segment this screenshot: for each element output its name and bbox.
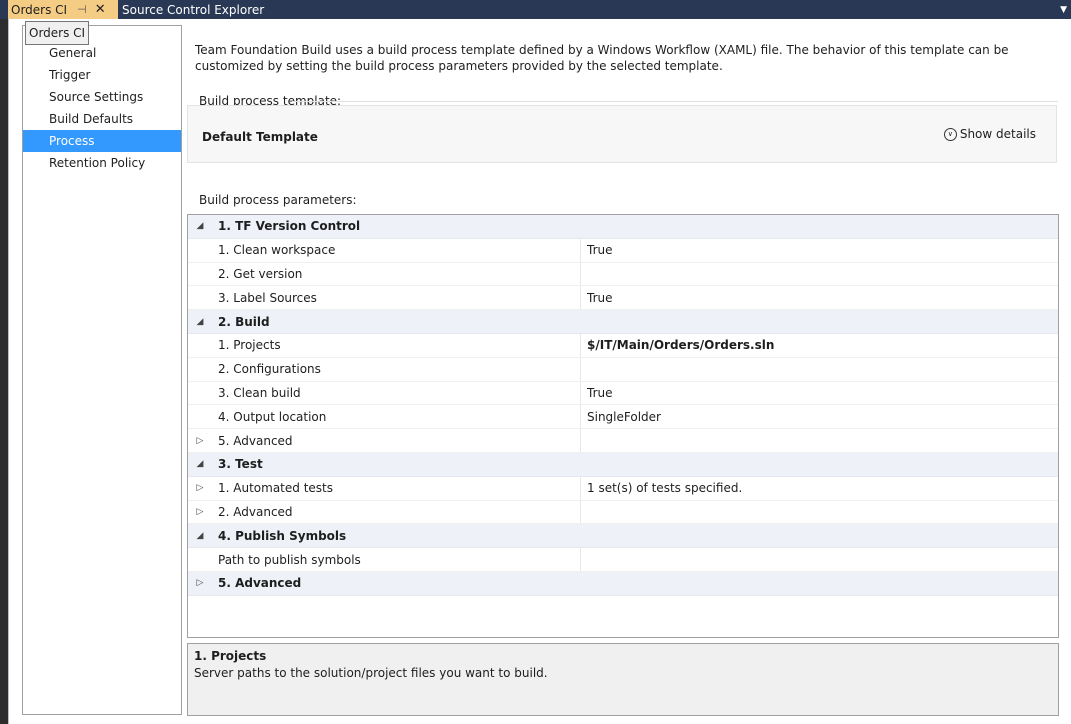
- sidebar-item-retention-policy[interactable]: Retention Policy: [23, 152, 181, 174]
- chevron-down-icon: ▼: [1060, 4, 1067, 15]
- parameter-row[interactable]: ▷ 5. Advanced: [188, 429, 1058, 453]
- parameter-name: 3. Label Sources: [218, 290, 317, 305]
- parameter-name: 2. Build: [218, 314, 270, 329]
- expand-arrow-icon[interactable]: ▷: [194, 483, 206, 493]
- expand-arrow-icon[interactable]: ▷: [194, 507, 206, 517]
- tab-title: Source Control Explorer: [122, 2, 265, 17]
- expand-arrow-icon[interactable]: ▷: [194, 436, 206, 446]
- parameters-label: Build process parameters:: [199, 193, 357, 207]
- close-icon[interactable]: ✕: [95, 2, 106, 17]
- parameter-name: 5. Advanced: [218, 433, 293, 448]
- document-tab-bar: Orders CI ⊣ ✕ Source Control Explorer ▼: [0, 0, 1071, 19]
- template-name: Default Template: [202, 130, 318, 144]
- category-row[interactable]: ◢ 2. Build: [188, 310, 1058, 334]
- parameter-name: 1. Clean workspace: [218, 243, 336, 258]
- help-title: 1. Projects: [194, 649, 267, 663]
- process-panel: Team Foundation Build uses a build proce…: [187, 19, 1062, 719]
- help-pane: 1. Projects Server paths to the solution…: [187, 643, 1059, 716]
- collapse-arrow-icon[interactable]: ◢: [194, 317, 206, 327]
- parameter-name: 2. Configurations: [218, 362, 321, 377]
- parameters-grid[interactable]: ◢ 1. TF Version Control 1. Clean workspace…: [187, 214, 1059, 638]
- parameter-value[interactable]: [580, 429, 587, 452]
- parameter-value[interactable]: $/IT/Main/Orders/Orders.sln: [580, 333, 774, 357]
- tab-overflow-dropdown[interactable]: ▼: [1060, 0, 1067, 19]
- collapse-arrow-icon[interactable]: ◢: [194, 459, 206, 469]
- process-description: Team Foundation Build uses a build proce…: [195, 43, 1009, 73]
- sidebar: General Trigger Source Settings Build Defau…: [22, 21, 182, 715]
- sidebar-item-trigger[interactable]: Trigger: [23, 64, 181, 86]
- parameter-row[interactable]: 1. Clean workspace True: [188, 238, 1058, 263]
- sidebar-item-general[interactable]: General: [23, 42, 181, 64]
- sidebar-list: General Trigger Source Settings Build Defau…: [23, 42, 181, 174]
- category-row[interactable]: ◢ 3. Test: [188, 452, 1058, 477]
- parameter-row[interactable]: 3. Clean build True: [188, 381, 1058, 406]
- parameter-row[interactable]: 4. Output location SingleFolder: [188, 405, 1058, 430]
- tab-title: Orders CI: [11, 2, 68, 17]
- parameter-value[interactable]: True: [580, 238, 613, 262]
- parameter-value[interactable]: [580, 548, 587, 571]
- sidebar-item-source-settings[interactable]: Source Settings: [23, 86, 181, 108]
- category-row[interactable]: ◢ 4. Publish Symbols: [188, 524, 1058, 549]
- parameter-row[interactable]: 3. Label Sources True: [188, 286, 1058, 311]
- parameter-value[interactable]: [580, 262, 587, 286]
- parameter-value: [580, 215, 586, 238]
- parameter-name: 2. Get version: [218, 266, 303, 281]
- collapse-arrow-icon[interactable]: ◢: [194, 531, 206, 541]
- parameter-name: 3. Test: [218, 457, 263, 472]
- parameter-row[interactable]: Path to publish symbols: [188, 548, 1058, 572]
- parameter-name: 5. Advanced: [218, 576, 302, 591]
- expand-arrow-icon[interactable]: ▷: [194, 578, 206, 588]
- build-definition-editor: General Trigger Source Settings Build Defau…: [8, 19, 1071, 724]
- parameter-name: 2. Advanced: [218, 504, 293, 519]
- show-details-button[interactable]: ∨ Show details: [943, 127, 1036, 141]
- parameter-name: 1. TF Version Control: [218, 219, 361, 234]
- parameter-value[interactable]: [580, 357, 587, 381]
- tab-tooltip: Orders CI: [25, 21, 90, 45]
- group-divider: [292, 101, 1058, 102]
- pin-icon[interactable]: ⊣: [77, 3, 87, 16]
- tab-orders-ci[interactable]: Orders CI ⊣ ✕: [8, 0, 118, 19]
- parameter-name: 3. Clean build: [218, 385, 301, 400]
- parameter-row[interactable]: ▷ 1. Automated tests 1 set(s) of tests spe…: [188, 476, 1058, 501]
- parameter-name: 4. Publish Symbols: [218, 528, 347, 543]
- parameter-value[interactable]: [580, 500, 587, 524]
- parameter-row[interactable]: 1. Projects $/IT/Main/Orders/Orders.sln: [188, 333, 1058, 358]
- sidebar-item-process[interactable]: Process: [23, 130, 181, 152]
- help-text: Server paths to the solution/project fil…: [194, 666, 548, 680]
- parameter-row[interactable]: 2. Configurations: [188, 357, 1058, 382]
- collapse-arrow-icon[interactable]: ◢: [194, 221, 206, 231]
- parameter-value[interactable]: SingleFolder: [580, 405, 661, 429]
- parameter-value: [580, 453, 586, 476]
- parameter-name: 4. Output location: [218, 409, 327, 424]
- parameter-value: [580, 310, 586, 333]
- sidebar-item-build-defaults[interactable]: Build Defaults: [23, 108, 181, 130]
- parameter-name: 1. Automated tests: [218, 481, 333, 496]
- show-details-label: Show details: [959, 127, 1036, 141]
- parameter-value[interactable]: 1 set(s) of tests specified.: [580, 476, 742, 500]
- parameter-value: [580, 572, 586, 595]
- parameter-row[interactable]: 2. Get version: [188, 262, 1058, 287]
- chevron-down-icon: ∨: [943, 127, 957, 141]
- parameter-value[interactable]: True: [580, 381, 613, 405]
- tab-source-control-explorer[interactable]: Source Control Explorer: [122, 0, 264, 19]
- category-row[interactable]: ▷ 5. Advanced: [188, 571, 1058, 596]
- parameter-row[interactable]: ▷ 2. Advanced: [188, 500, 1058, 525]
- parameter-value: [580, 524, 586, 547]
- parameter-value[interactable]: True: [580, 286, 613, 310]
- template-box: Default Template ∨ Show details: [187, 105, 1057, 163]
- category-row[interactable]: ◢ 1. TF Version Control: [188, 215, 1058, 239]
- parameter-name: 1. Projects: [218, 338, 281, 353]
- parameter-name: Path to publish symbols: [218, 552, 361, 567]
